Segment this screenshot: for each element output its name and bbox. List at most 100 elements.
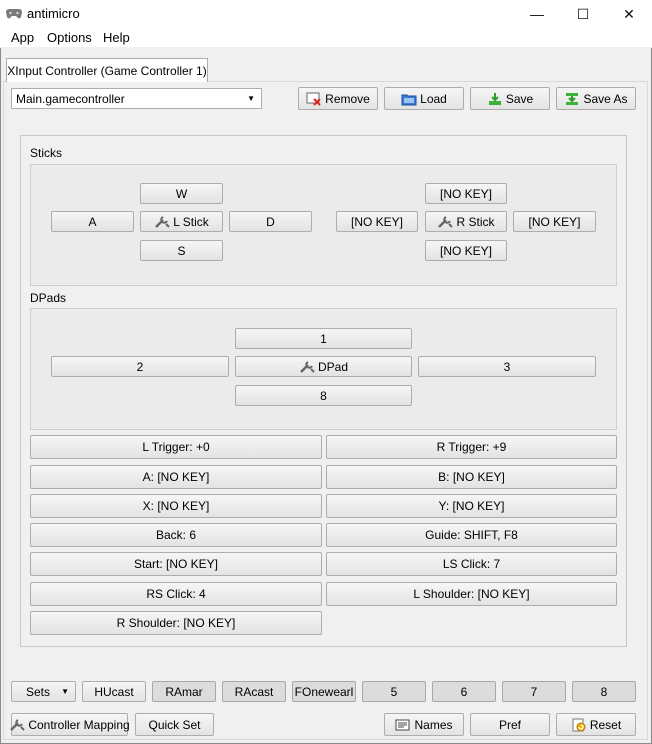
wrench-icon [299, 360, 315, 374]
set-button-8[interactable]: 8 [572, 681, 636, 702]
sets-dropdown[interactable]: Sets ▼ [11, 681, 76, 702]
b-button[interactable]: B: [NO KEY] [326, 465, 617, 489]
rstick-left-button[interactable]: [NO KEY] [336, 211, 418, 232]
quick-set-button[interactable]: Quick Set [135, 713, 214, 736]
set-button-6[interactable]: 6 [432, 681, 496, 702]
rstick-label: R Stick [456, 214, 495, 229]
set-button-7[interactable]: 7 [502, 681, 566, 702]
a-button[interactable]: A: [NO KEY] [30, 465, 322, 489]
start-button[interactable]: Start: [NO KEY] [30, 552, 322, 576]
controller-mapping-label: Controller Mapping [28, 717, 130, 732]
lstick-up-label: W [175, 186, 188, 201]
rs-click-label: RS Click: 4 [146, 587, 206, 601]
gamepad-icon [6, 6, 22, 20]
names-button[interactable]: Names [384, 713, 464, 736]
x-button[interactable]: X: [NO KEY] [30, 494, 322, 518]
guide-button-label: Guide: SHIFT, F8 [425, 528, 518, 542]
dpad-down-button[interactable]: 8 [235, 385, 412, 406]
save-icon [487, 92, 503, 106]
maximize-button[interactable]: ☐ [560, 0, 606, 28]
load-button[interactable]: Load [384, 87, 464, 110]
set-label-3: RAcast [234, 684, 274, 699]
menu-options[interactable]: Options [47, 30, 92, 45]
remove-label: Remove [325, 91, 370, 106]
set-button-5[interactable]: 5 [362, 681, 426, 702]
dpad-button[interactable]: DPad [235, 356, 412, 377]
y-button-label: Y: [NO KEY] [438, 499, 505, 513]
names-icon [395, 718, 411, 732]
remove-icon [306, 92, 322, 106]
wrench-icon [9, 718, 26, 732]
r-shoulder-label: R Shoulder: [NO KEY] [116, 616, 236, 630]
menu-bar [0, 28, 652, 48]
y-button[interactable]: Y: [NO KEY] [326, 494, 617, 518]
r-trigger-button[interactable]: R Trigger: +9 [326, 435, 617, 459]
set-label-6: 6 [460, 684, 468, 699]
lstick-right-label: D [266, 214, 275, 229]
dpad-left-button[interactable]: 2 [51, 356, 229, 377]
lstick-down-label: S [177, 243, 186, 258]
l-shoulder-button[interactable]: L Shoulder: [NO KEY] [326, 582, 617, 606]
rstick-button[interactable]: R Stick [425, 211, 507, 232]
save-button[interactable]: Save [470, 87, 550, 110]
reset-button[interactable]: Reset [556, 713, 636, 736]
controller-mapping-button[interactable]: Controller Mapping [9, 713, 130, 736]
close-button[interactable]: ✕ [606, 0, 652, 28]
rs-click-button[interactable]: RS Click: 4 [30, 582, 322, 606]
back-button-label: Back: 6 [155, 528, 197, 542]
rstick-right-button[interactable]: [NO KEY] [513, 211, 596, 232]
menu-app[interactable]: App [11, 30, 34, 45]
set-button-1[interactable]: HUcast [82, 681, 146, 702]
menu-help[interactable]: Help [103, 30, 130, 45]
dpad-right-button[interactable]: 3 [418, 356, 596, 377]
dpad-up-label: 1 [320, 331, 327, 346]
set-label-2: RAmar [165, 684, 203, 699]
set-label-5: 5 [390, 684, 398, 699]
minimize-icon: — [530, 6, 544, 22]
save-as-button[interactable]: Save As [556, 87, 636, 110]
rstick-up-label: [NO KEY] [439, 186, 492, 201]
close-icon: ✕ [623, 5, 635, 22]
reset-icon [571, 718, 587, 732]
chevron-down-icon: ▼ [247, 94, 255, 103]
tab-controller[interactable]: XInput Controller (Game Controller 1) [6, 58, 208, 82]
dpad-up-button[interactable]: 1 [235, 328, 412, 349]
quick-set-label: Quick Set [148, 717, 201, 732]
l-trigger-label: L Trigger: +0 [142, 440, 210, 454]
dpad-label: DPad [317, 359, 349, 374]
lstick-button[interactable]: L Stick [140, 211, 223, 232]
lstick-right-button[interactable]: D [229, 211, 312, 232]
rstick-down-button[interactable]: [NO KEY] [425, 240, 507, 261]
set-label-8: 8 [600, 684, 608, 699]
guide-button[interactable]: Guide: SHIFT, F8 [326, 523, 617, 547]
names-label: Names [414, 717, 453, 732]
sets-label: Sets [26, 684, 51, 699]
set-label-7: 7 [530, 684, 538, 699]
folder-icon [401, 92, 417, 106]
lstick-left-button[interactable]: A [51, 211, 134, 232]
rstick-up-button[interactable]: [NO KEY] [425, 183, 507, 204]
ls-click-button[interactable]: LS Click: 7 [326, 552, 617, 576]
l-trigger-button[interactable]: L Trigger: +0 [30, 435, 322, 459]
set-button-2[interactable]: RAmar [152, 681, 216, 702]
remove-button[interactable]: Remove [298, 87, 378, 110]
pref-button[interactable]: Pref [470, 713, 550, 736]
dpad-right-label: 3 [503, 359, 511, 374]
save-as-label: Save As [583, 91, 628, 106]
pref-label: Pref [498, 717, 521, 732]
set-label-1: HUcast [94, 684, 134, 699]
set-button-4[interactable]: FOnewearl [292, 681, 356, 702]
rstick-left-label: [NO KEY] [350, 214, 403, 229]
r-shoulder-button[interactable]: R Shoulder: [NO KEY] [30, 611, 322, 635]
set-button-3[interactable]: RAcast [222, 681, 286, 702]
window-title: antimicro [27, 6, 80, 21]
lstick-up-button[interactable]: W [140, 183, 223, 204]
ls-click-label: LS Click: 7 [442, 557, 501, 571]
minimize-button[interactable]: — [514, 0, 560, 28]
profile-select[interactable]: Main.gamecontroller ▼ [11, 88, 262, 109]
tab-label: XInput Controller (Game Controller 1) [7, 63, 207, 78]
b-button-label: B: [NO KEY] [438, 470, 505, 484]
back-button[interactable]: Back: 6 [30, 523, 322, 547]
sticks-label: Sticks [30, 146, 63, 160]
lstick-down-button[interactable]: S [140, 240, 223, 261]
